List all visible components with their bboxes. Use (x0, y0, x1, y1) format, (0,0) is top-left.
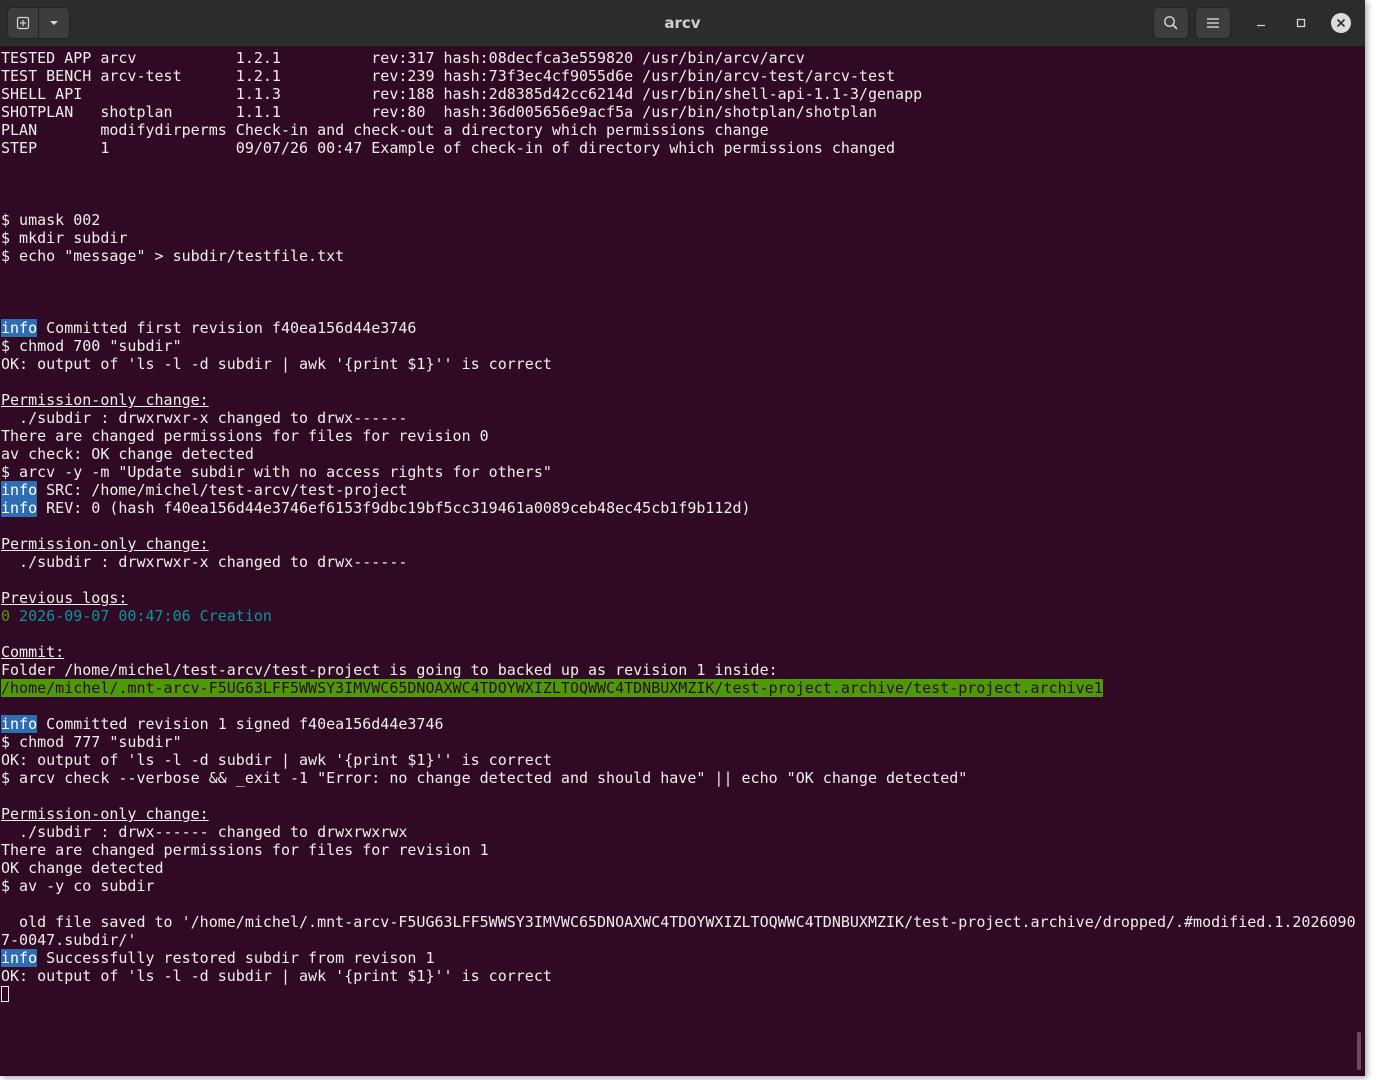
info-message: SRC: /home/michel/test-arcv/test-project (37, 481, 408, 499)
terminal-line: Permission-only change: (1, 391, 1351, 409)
scrollbar[interactable] (1357, 1032, 1361, 1070)
terminal-line: $ chmod 777 "subdir" (1, 733, 182, 751)
archive-path-highlight: /home/michel/.mnt-arcv-F5UG63LFF5WWSY3IM… (1, 679, 1103, 697)
tab-menu-button[interactable] (38, 7, 70, 39)
terminal-line: $ arcv check --verbose && _exit -1 "Erro… (1, 769, 968, 787)
main-menu-button[interactable] (1195, 7, 1231, 39)
terminal-window: arcv TESTED APP arcv 1.2.1 rev:317 hash:… (0, 0, 1365, 1076)
terminal-line: $ mkdir subdir (1, 229, 128, 247)
terminal-line: OK: output of 'ls -l -d subdir | awk '{p… (1, 967, 552, 985)
terminal-line: info Successfully restored subdir from r… (1, 949, 1351, 967)
prompt-line[interactable] (1, 985, 1351, 1003)
section-heading: Permission-only change: (1, 391, 209, 409)
terminal-line: 7-0047.subdir/' (1, 931, 137, 949)
new-tab-icon (16, 16, 30, 30)
hamburger-menu-icon (1207, 18, 1219, 28)
log-entry: 0 2026-09-07 00:47:06 Creation (1, 607, 1351, 625)
terminal-line: av check: OK change detected (1, 445, 254, 463)
terminal-line: ./subdir : drwxrwxr-x changed to drwx---… (1, 409, 408, 427)
search-icon (1164, 16, 1178, 30)
close-icon (1336, 18, 1346, 28)
info-tag: info (1, 481, 38, 499)
section-heading: Previous logs: (1, 589, 128, 607)
terminal-line: $ echo "message" > subdir/testfile.txt (1, 247, 345, 265)
terminal-line: Commit: (1, 643, 1351, 661)
section-heading: Commit: (1, 643, 65, 661)
info-message: Committed revision 1 signed f40ea156d44e… (37, 715, 444, 733)
terminal-line: Folder /home/michel/test-arcv/test-proje… (1, 661, 778, 679)
terminal-line: STEP 1 09/07/26 00:47 Example of check-i… (1, 139, 896, 157)
terminal-line: TESTED APP arcv 1.2.1 rev:317 hash:08dec… (1, 49, 805, 67)
terminal-line: OK change detected (1, 859, 164, 877)
info-message: REV: 0 (hash f40ea156d44e3746ef6153f9dbc… (37, 499, 751, 517)
terminal-line: info Committed revision 1 signed f40ea15… (1, 715, 1351, 733)
terminal-line: Permission-only change: (1, 535, 1351, 553)
terminal-line: info REV: 0 (hash f40ea156d44e3746ef6153… (1, 499, 1351, 517)
terminal-line: PLAN modifydirperms Check-in and check-o… (1, 121, 769, 139)
terminal-line: SHOTPLAN shotplan 1.1.1 rev:80 hash:36d0… (1, 103, 877, 121)
info-message: Successfully restored subdir from reviso… (37, 949, 435, 967)
info-tag: info (1, 715, 38, 733)
title-bar: arcv (0, 0, 1365, 47)
info-message: Committed first revision f40ea156d44e374… (37, 319, 417, 337)
terminal-line: There are changed permissions for files … (1, 841, 489, 859)
terminal-line: $ av -y co subdir (1, 877, 155, 895)
maximize-icon (1296, 18, 1306, 28)
info-tag: info (1, 949, 38, 967)
terminal-output[interactable]: TESTED APP arcv 1.2.1 rev:317 hash:08dec… (1, 49, 1356, 1076)
log-text: 2026-09-07 00:47:06 Creation (10, 607, 272, 625)
close-button[interactable] (1331, 13, 1351, 33)
terminal-line: There are changed permissions for files … (1, 427, 489, 445)
search-button[interactable] (1153, 7, 1189, 39)
maximize-button[interactable] (1291, 13, 1311, 33)
terminal-line: SHELL API 1.1.3 rev:188 hash:2d8385d42cc… (1, 85, 923, 103)
chevron-down-icon (50, 21, 58, 25)
minimize-icon (1257, 24, 1265, 27)
info-tag: info (1, 319, 38, 337)
terminal-line: $ chmod 700 "subdir" (1, 337, 182, 355)
terminal-line: $ arcv -y -m "Update subdir with no acce… (1, 463, 552, 481)
terminal-line: OK: output of 'ls -l -d subdir | awk '{p… (1, 751, 552, 769)
terminal-cursor (1, 986, 9, 1002)
terminal-line: info Committed first revision f40ea156d4… (1, 319, 1351, 337)
section-heading: Permission-only change: (1, 805, 209, 823)
terminal-line: info SRC: /home/michel/test-arcv/test-pr… (1, 481, 1351, 499)
minimize-button[interactable] (1251, 13, 1271, 33)
terminal-line: ./subdir : drwxrwxr-x changed to drwx---… (1, 553, 408, 571)
terminal-line: ./subdir : drwx------ changed to drwxrwx… (1, 823, 408, 841)
terminal-line: old file saved to '/home/michel/.mnt-arc… (1, 913, 1356, 931)
terminal-line: /home/michel/.mnt-arcv-F5UG63LFF5WWSY3IM… (1, 679, 1351, 697)
log-revision-number: 0 (1, 607, 11, 625)
terminal-line: Permission-only change: (1, 805, 1351, 823)
terminal-line: OK: output of 'ls -l -d subdir | awk '{p… (1, 355, 552, 373)
section-heading: Permission-only change: (1, 535, 209, 553)
terminal-line: TEST BENCH arcv-test 1.2.1 rev:239 hash:… (1, 67, 896, 85)
info-tag: info (1, 499, 38, 517)
terminal-line: $ umask 002 (1, 211, 101, 229)
terminal-line: Previous logs: (1, 589, 1351, 607)
new-tab-button[interactable] (7, 7, 39, 39)
